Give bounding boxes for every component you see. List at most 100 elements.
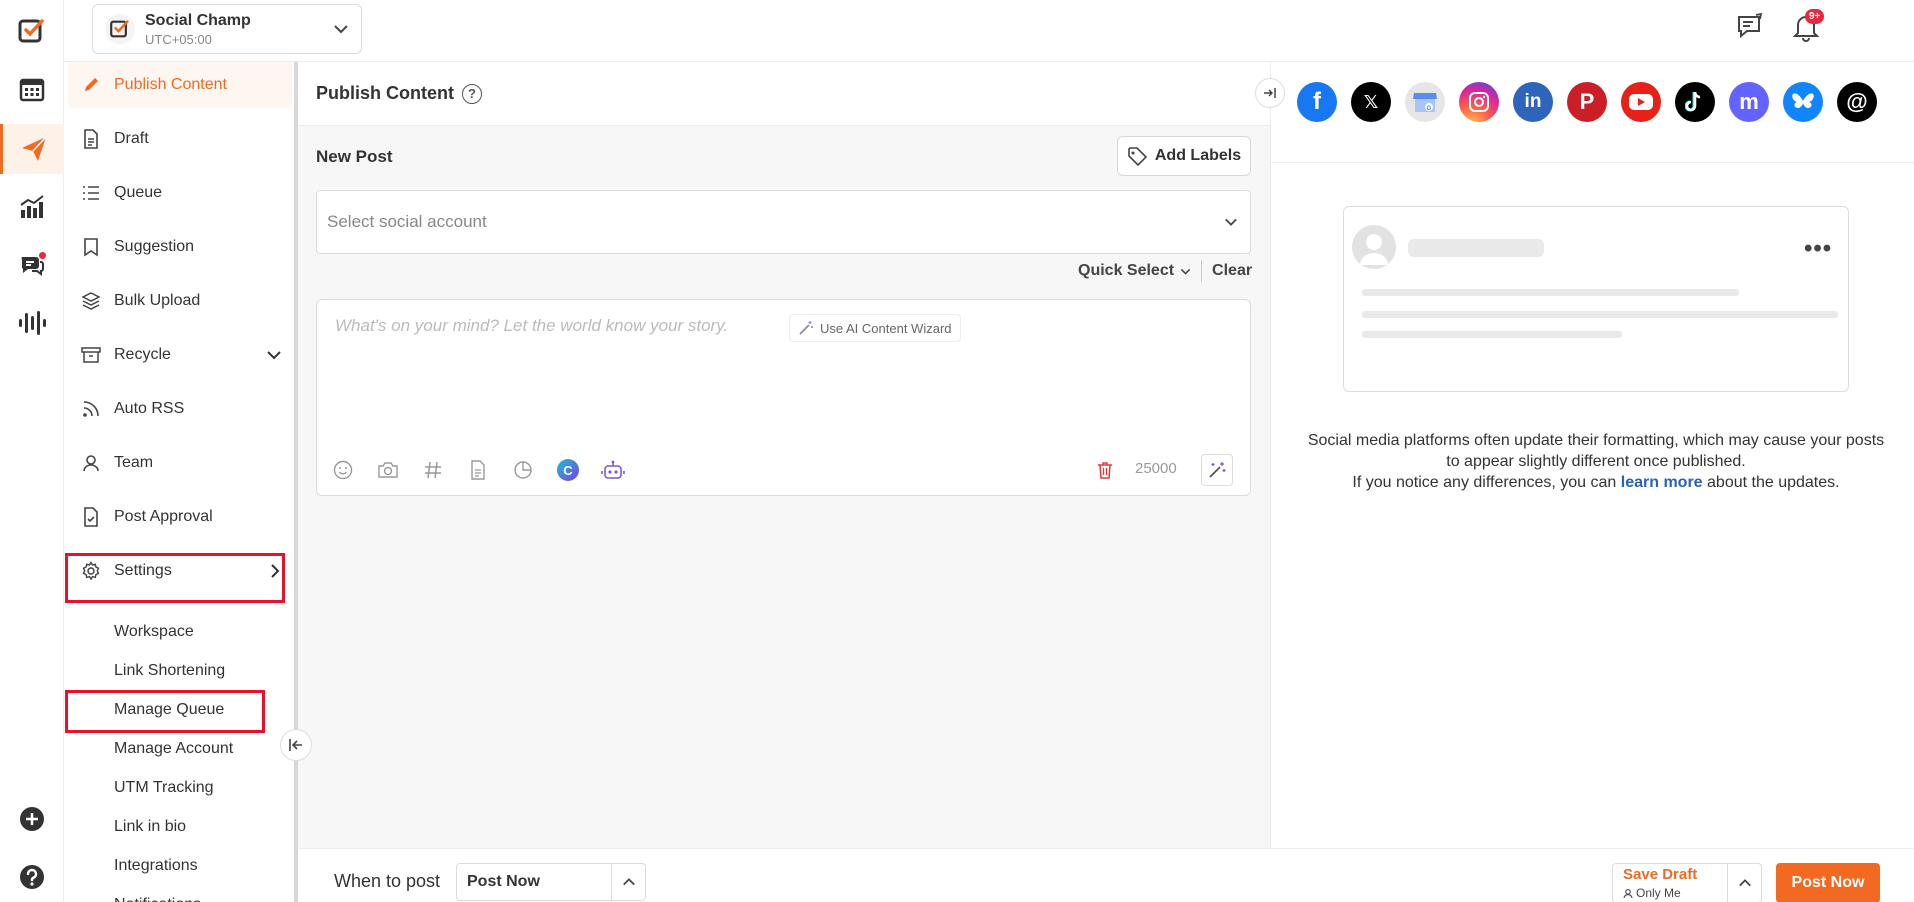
- magic-wand-icon: [798, 320, 814, 336]
- help-circle-icon[interactable]: [0, 852, 64, 902]
- preview-panel: f 𝕏 G in P m @ ••• Social media platform…: [1255, 62, 1914, 848]
- canva-icon[interactable]: C: [556, 458, 580, 482]
- gear-icon: [80, 560, 102, 582]
- app-logo-icon[interactable]: [0, 6, 64, 56]
- divider: [1201, 260, 1203, 282]
- sidebar-item-recycle[interactable]: Recycle: [68, 332, 292, 378]
- ai-content-wizard-button[interactable]: Use AI Content Wizard: [789, 314, 961, 342]
- when-to-post-label: When to post: [334, 871, 441, 891]
- list-icon: [80, 182, 102, 204]
- sidebar: Publish Content Draft Queue Suggestion B…: [64, 62, 296, 902]
- x-twitter-icon[interactable]: 𝕏: [1351, 82, 1391, 122]
- quick-select-button[interactable]: Quick Select: [1078, 262, 1174, 280]
- document-icon[interactable]: [466, 458, 490, 482]
- threads-icon[interactable]: @: [1837, 82, 1877, 122]
- google-business-icon[interactable]: G: [1405, 82, 1445, 122]
- instagram-icon[interactable]: [1459, 82, 1499, 122]
- when-to-post-select[interactable]: Post Now: [456, 863, 646, 901]
- pie-chart-icon[interactable]: [511, 458, 535, 482]
- workspace-selector[interactable]: Social Champ UTC+05:00: [92, 4, 362, 54]
- more-options-icon[interactable]: •••: [1804, 235, 1832, 263]
- post-now-button[interactable]: Post Now: [1776, 863, 1880, 902]
- settings-sub-integrations[interactable]: Integrations: [114, 851, 198, 881]
- top-bar: Social Champ UTC+05:00 9+: [64, 0, 1914, 62]
- compose-area: Publish Content ? New Post Add Labels Se…: [298, 62, 1270, 848]
- svg-text:G: G: [1427, 106, 1432, 112]
- chevron-up-icon[interactable]: [611, 864, 645, 900]
- calendar-icon[interactable]: [0, 64, 64, 114]
- sidebar-item-queue[interactable]: Queue: [68, 170, 292, 216]
- user-icon: [1623, 888, 1633, 899]
- trash-icon[interactable]: [1093, 458, 1117, 482]
- chevron-up-icon[interactable]: [1727, 864, 1761, 902]
- sidebar-item-draft[interactable]: Draft: [68, 116, 292, 162]
- document-icon: [80, 128, 102, 150]
- pinterest-icon[interactable]: P: [1567, 82, 1607, 122]
- inbox-chat-icon[interactable]: [0, 240, 64, 290]
- ai-magic-button[interactable]: [1201, 454, 1233, 486]
- sidebar-item-suggestion[interactable]: Suggestion: [68, 224, 292, 270]
- new-post-heading: New Post: [316, 147, 393, 166]
- icon-rail: [0, 0, 64, 902]
- bookmark-icon: [80, 236, 102, 258]
- help-icon[interactable]: ?: [462, 83, 482, 104]
- analytics-icon[interactable]: [0, 182, 64, 232]
- expand-preview-button[interactable]: [1255, 78, 1285, 108]
- layers-icon: [80, 290, 102, 312]
- settings-sub-link-shortening[interactable]: Link Shortening: [114, 656, 225, 686]
- unread-dot: [39, 252, 46, 259]
- settings-sub-notifications[interactable]: Notifications: [114, 890, 201, 902]
- archive-icon: [80, 344, 102, 366]
- select-social-account-dropdown[interactable]: Select social account: [316, 190, 1251, 254]
- chevron-down-icon: [266, 347, 282, 363]
- settings-sub-utm-tracking[interactable]: UTM Tracking: [114, 773, 214, 803]
- linkedin-icon[interactable]: in: [1513, 82, 1553, 122]
- save-draft-button[interactable]: Save Draft Only Me: [1612, 863, 1762, 902]
- platform-selector: f 𝕏 G in P m @: [1297, 82, 1877, 126]
- sidebar-item-post-approval[interactable]: Post Approval: [68, 494, 292, 540]
- robot-icon[interactable]: [601, 458, 625, 482]
- mastodon-icon[interactable]: m: [1729, 82, 1769, 122]
- emoji-icon[interactable]: [331, 458, 355, 482]
- sidebar-item-auto-rss[interactable]: Auto RSS: [68, 386, 292, 432]
- settings-sub-link-in-bio[interactable]: Link in bio: [114, 812, 186, 842]
- chevron-down-icon: [1180, 266, 1191, 277]
- draft-visibility: Only Me: [1636, 886, 1681, 900]
- bottom-bar: When to post Post Now Save Draft Only Me…: [298, 848, 1914, 902]
- collapse-sidebar-button[interactable]: [280, 729, 312, 761]
- settings-sub-workspace[interactable]: Workspace: [114, 617, 194, 647]
- sidebar-item-publish-content[interactable]: Publish Content: [68, 62, 292, 108]
- avatar-placeholder: [1352, 225, 1396, 269]
- sidebar-item-bulk-upload[interactable]: Bulk Upload: [68, 278, 292, 324]
- chevron-right-icon: [268, 563, 282, 579]
- camera-icon[interactable]: [376, 458, 400, 482]
- youtube-icon[interactable]: [1621, 82, 1661, 122]
- post-editor[interactable]: What's on your mind? Let the world know …: [316, 299, 1251, 496]
- post-preview-card: •••: [1343, 206, 1849, 392]
- editor-placeholder: What's on your mind? Let the world know …: [335, 316, 729, 335]
- tag-icon: [1127, 146, 1147, 166]
- add-circle-icon[interactable]: [0, 794, 64, 844]
- hashtag-icon[interactable]: [421, 458, 445, 482]
- tiktok-icon[interactable]: [1675, 82, 1715, 122]
- notification-badge: 9+: [1805, 9, 1825, 24]
- compose-header: Publish Content ?: [298, 62, 1270, 126]
- bluesky-icon[interactable]: [1783, 82, 1823, 122]
- feedback-icon[interactable]: [1736, 12, 1764, 40]
- learn-more-link[interactable]: learn more: [1621, 474, 1703, 491]
- workspace-name: Social Champ: [145, 11, 251, 29]
- soundwave-icon[interactable]: [0, 298, 64, 348]
- skeleton-line: [1362, 289, 1739, 296]
- notification-bell-icon[interactable]: 9+: [1792, 9, 1825, 42]
- clear-button[interactable]: Clear: [1212, 262, 1252, 280]
- workspace-timezone: UTC+05:00: [145, 31, 212, 47]
- settings-sub-manage-account[interactable]: Manage Account: [114, 734, 233, 764]
- publish-send-icon[interactable]: [0, 124, 64, 174]
- page-title: Publish Content: [316, 83, 454, 103]
- add-labels-button[interactable]: Add Labels: [1117, 136, 1251, 176]
- sidebar-item-settings[interactable]: Settings: [68, 548, 292, 594]
- preview-divider: [1271, 162, 1914, 163]
- settings-sub-manage-queue[interactable]: Manage Queue: [114, 695, 224, 725]
- sidebar-item-team[interactable]: Team: [68, 440, 292, 486]
- facebook-icon[interactable]: f: [1297, 82, 1337, 122]
